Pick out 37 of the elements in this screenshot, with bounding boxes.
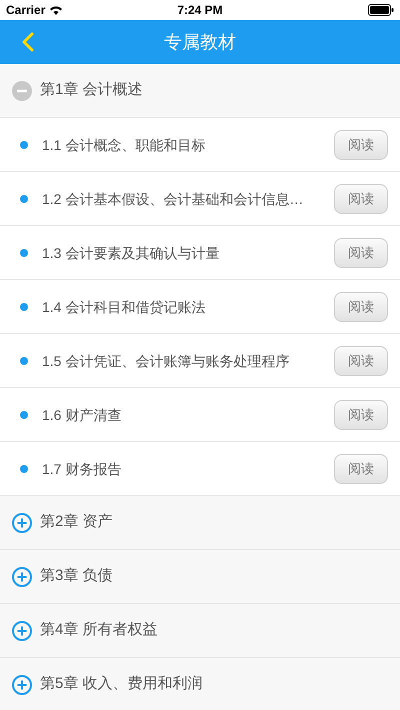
chapter-row[interactable]: 第5章 收入、费用和利润 — [0, 658, 400, 710]
read-button[interactable]: 阅读 — [334, 184, 388, 214]
chapter-row[interactable]: 第1章 会计概述 — [0, 64, 400, 118]
section-title: 1.5 会计凭证、会计账簿与账务处理程序 — [42, 352, 290, 368]
bullet-icon — [20, 194, 28, 202]
bullet-icon — [20, 140, 28, 148]
section-title: 1.4 会计科目和借贷记账法 — [42, 298, 206, 314]
battery-icon — [368, 4, 394, 16]
read-button[interactable]: 阅读 — [334, 292, 388, 322]
bullet-icon — [20, 410, 28, 418]
wifi-icon — [49, 5, 64, 15]
read-button[interactable]: 阅读 — [334, 130, 388, 160]
bullet-icon — [20, 464, 28, 472]
page-title: 专属教材 — [164, 30, 236, 54]
chapter-title: 第1章 会计概述 — [40, 80, 143, 100]
clock: 7:24 PM — [177, 2, 223, 19]
chapter-title: 第2章 资产 — [40, 512, 113, 532]
read-button[interactable]: 阅读 — [334, 346, 388, 376]
chapter-title: 第4章 所有者权益 — [40, 620, 158, 640]
chapter-row[interactable]: 第2章 资产 — [0, 496, 400, 550]
section-title: 1.3 会计要素及其确认与计量 — [42, 244, 220, 260]
back-chevron-icon — [22, 32, 34, 52]
section-title: 1.6 财产清查 — [42, 406, 122, 422]
section-title: 1.1 会计概念、职能和目标 — [42, 136, 206, 152]
read-button[interactable]: 阅读 — [334, 400, 388, 430]
chapter-title: 第5章 收入、费用和利润 — [40, 674, 203, 694]
section-title: 1.2 会计基本假设、会计基础和会计信息… — [42, 190, 304, 206]
section-title: 1.7 财务报告 — [42, 460, 122, 476]
bullet-icon — [20, 302, 28, 310]
carrier-label: Carrier — [6, 2, 46, 19]
read-button[interactable]: 阅读 — [334, 454, 388, 484]
bullet-icon — [20, 248, 28, 256]
chapter-row[interactable]: 第3章 负债 — [0, 550, 400, 604]
chapter-row[interactable]: 第4章 所有者权益 — [0, 604, 400, 658]
bullet-icon — [20, 356, 28, 364]
chapter-title: 第3章 负债 — [40, 566, 113, 586]
read-button[interactable]: 阅读 — [334, 238, 388, 268]
